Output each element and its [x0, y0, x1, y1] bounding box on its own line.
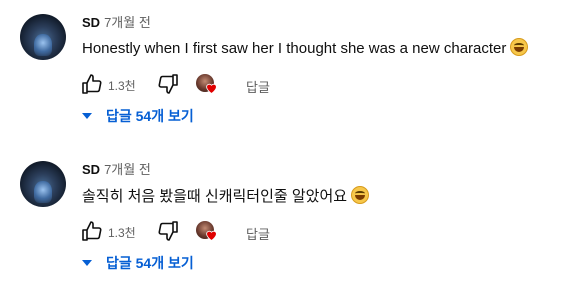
comment-thread: SD 7개월 전 Honestly when I first saw her I …	[0, 0, 566, 145]
author-name[interactable]: SD	[82, 15, 100, 30]
author-name[interactable]: SD	[82, 162, 100, 177]
thumbs-up-icon	[82, 221, 102, 241]
comment-thread: SD 7개월 전 솔직히 처음 봤을때 신캐릭터인줄 알았어요 1.3천 답글 …	[0, 147, 566, 290]
chevron-down-icon	[82, 260, 92, 266]
like-count: 1.3천	[108, 226, 136, 240]
dislike-button[interactable]	[156, 219, 180, 243]
comment-header: SD 7개월 전	[82, 159, 151, 178]
thumbs-down-icon	[158, 74, 178, 94]
comment-header: SD 7개월 전	[82, 12, 151, 31]
grinning-squinting-face-icon	[351, 186, 370, 204]
thumbs-down-icon	[158, 221, 178, 241]
creator-heart-badge	[196, 74, 218, 96]
comment-time[interactable]: 7개월 전	[104, 162, 151, 177]
avatar[interactable]	[20, 161, 66, 207]
comment-text-content: 솔직히 처음 봤을때 신캐릭터인줄 알았어요	[82, 188, 348, 205]
comment-text: 솔직히 처음 봤을때 신캐릭터인줄 알았어요	[82, 185, 370, 206]
view-replies-label: 답글 54개 보기	[106, 255, 194, 271]
comment-actions: 1.3천 답글	[82, 72, 382, 100]
comment-actions: 1.3천 답글	[82, 219, 382, 247]
like-count: 1.3천	[108, 79, 136, 93]
grinning-squinting-face-icon	[510, 38, 529, 56]
heart-icon	[206, 230, 217, 241]
avatar[interactable]	[20, 14, 66, 60]
view-replies-button[interactable]: 답글 54개 보기	[82, 106, 194, 128]
chevron-down-icon	[82, 113, 92, 119]
heart-icon	[206, 83, 217, 94]
like-button[interactable]	[80, 72, 104, 96]
view-replies-label: 답글 54개 보기	[106, 108, 194, 124]
view-replies-button[interactable]: 답글 54개 보기	[82, 253, 194, 275]
comment-text: Honestly when I first saw her I thought …	[82, 38, 529, 57]
dislike-button[interactable]	[156, 72, 180, 96]
comment-time[interactable]: 7개월 전	[104, 15, 151, 30]
creator-heart-badge	[196, 221, 218, 243]
comments-section: SD 7개월 전 Honestly when I first saw her I …	[0, 0, 566, 290]
like-button[interactable]	[80, 219, 104, 243]
reply-button[interactable]: 답글	[246, 77, 270, 96]
thumbs-up-icon	[82, 74, 102, 94]
reply-button[interactable]: 답글	[246, 224, 270, 243]
comment-text-content: Honestly when I first saw her I thought …	[82, 40, 507, 57]
